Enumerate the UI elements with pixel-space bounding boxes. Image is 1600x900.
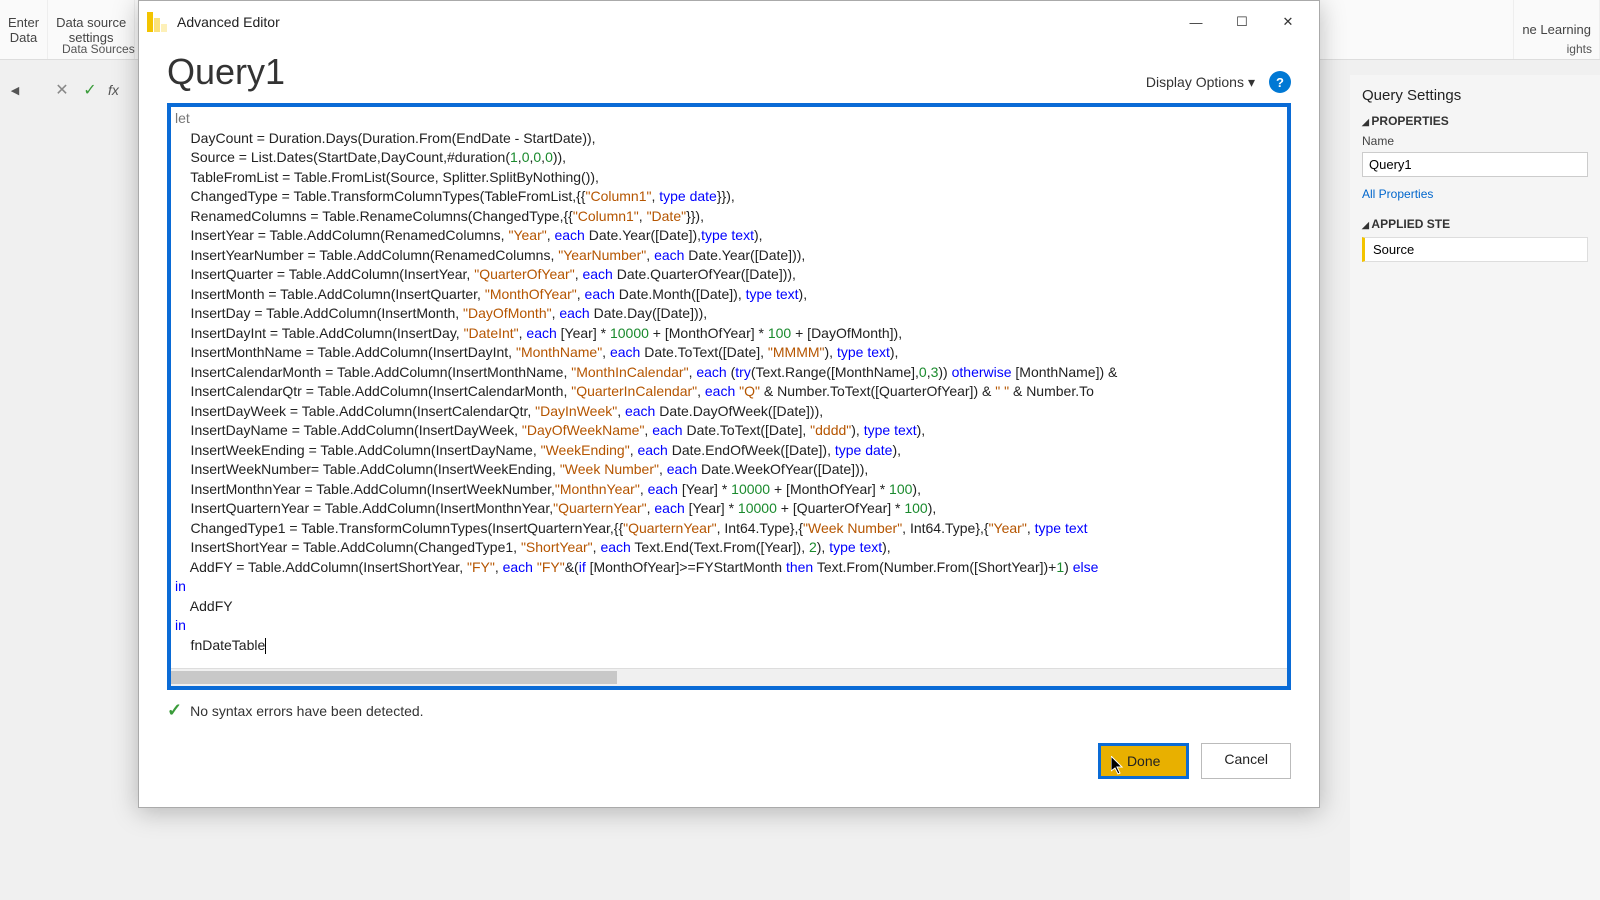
query-settings-panel: Query Settings PROPERTIES Name Query1 Al… — [1350, 75, 1600, 900]
properties-header[interactable]: PROPERTIES — [1362, 114, 1588, 128]
ribbon-group-insights: ights — [1567, 42, 1592, 56]
maximize-button[interactable]: ☐ — [1219, 6, 1265, 38]
powerbi-icon — [147, 12, 167, 32]
display-options-label: Display Options — [1146, 74, 1244, 90]
dialog-titlebar[interactable]: Advanced Editor ― ☐ ✕ — [139, 1, 1319, 43]
cancel-button[interactable]: Cancel — [1201, 743, 1291, 779]
query-title: Query1 — [167, 51, 285, 93]
syntax-status: ✓ No syntax errors have been detected. — [139, 690, 1319, 721]
ribbon-enter-data[interactable]: Enter Data — [0, 0, 48, 59]
advanced-editor-dialog: Advanced Editor ― ☐ ✕ Query1 Display Opt… — [138, 0, 1320, 808]
horizontal-scrollbar[interactable] — [171, 668, 1287, 686]
query-settings-title: Query Settings — [1362, 87, 1588, 104]
display-options-dropdown[interactable]: Display Options ▾ — [1146, 74, 1255, 91]
dialog-footer: Done Cancel — [139, 721, 1319, 807]
query-name-input[interactable]: Query1 — [1362, 152, 1588, 177]
ribbon-group-data-sources: Data Sources — [62, 42, 135, 56]
all-properties-link[interactable]: All Properties — [1362, 187, 1588, 201]
fx-icon[interactable]: fx — [108, 82, 119, 98]
close-button[interactable]: ✕ — [1265, 6, 1311, 38]
accept-formula-icon[interactable]: ✓ — [80, 80, 100, 100]
done-button[interactable]: Done — [1098, 743, 1189, 779]
chevron-down-icon: ▾ — [1248, 74, 1255, 91]
dialog-title: Advanced Editor — [177, 14, 1173, 30]
code-editor-frame: let DayCount = Duration.Days(Duration.Fr… — [167, 103, 1291, 690]
applied-step-source[interactable]: Source — [1362, 237, 1588, 262]
mouse-cursor-icon — [1111, 756, 1127, 776]
check-icon: ✓ — [167, 700, 182, 721]
collapse-chevron-icon[interactable]: ◀ — [8, 83, 22, 97]
help-icon[interactable]: ? — [1269, 71, 1291, 93]
cancel-formula-icon[interactable]: ✕ — [52, 80, 72, 100]
done-button-label: Done — [1127, 753, 1160, 769]
name-label: Name — [1362, 134, 1588, 148]
minimize-button[interactable]: ― — [1173, 6, 1219, 38]
code-editor[interactable]: let DayCount = Duration.Days(Duration.Fr… — [171, 107, 1287, 657]
applied-steps-header[interactable]: APPLIED STE — [1362, 217, 1588, 231]
syntax-status-text: No syntax errors have been detected. — [190, 703, 423, 719]
